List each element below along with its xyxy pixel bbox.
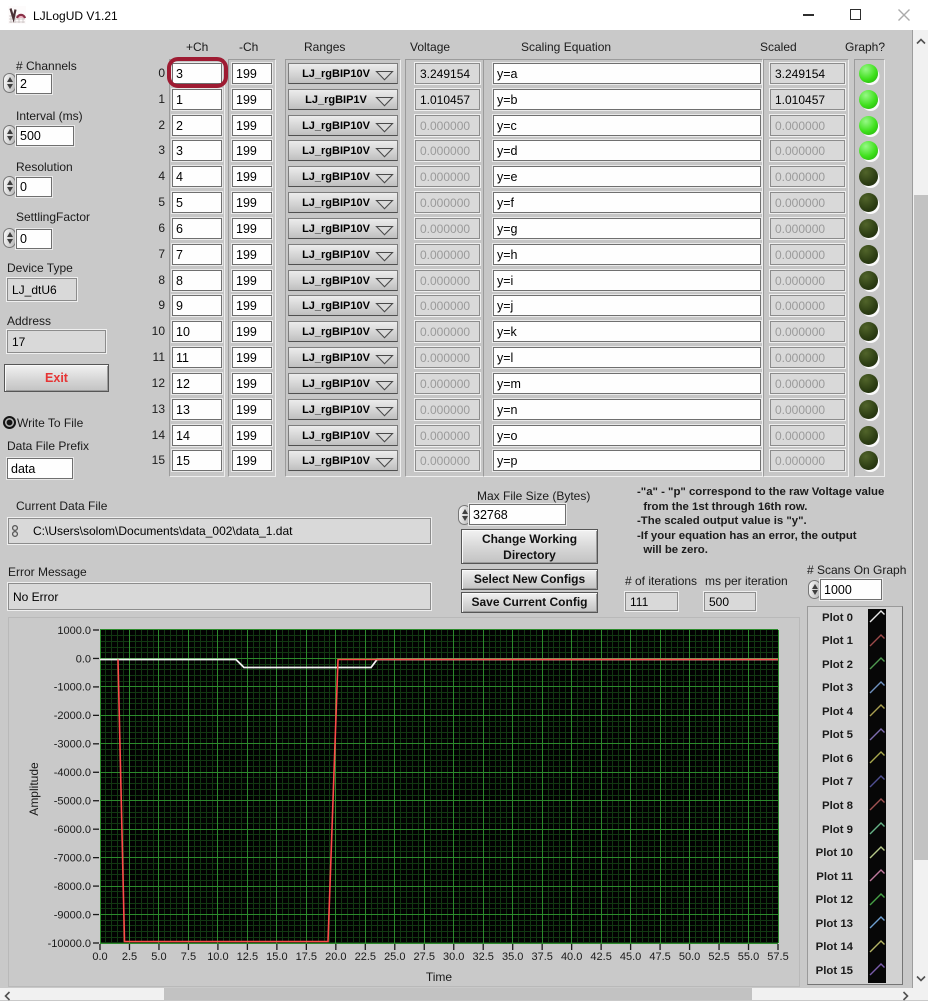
svg-text:42.5: 42.5: [590, 951, 611, 963]
svg-text:0.0: 0.0: [76, 653, 91, 665]
svg-text:52.5: 52.5: [708, 951, 729, 963]
svg-text:-2000.0: -2000.0: [54, 710, 91, 722]
svg-text:-10000.0: -10000.0: [48, 938, 91, 950]
svg-text:0.0: 0.0: [92, 951, 107, 963]
svg-text:Time: Time: [426, 970, 453, 984]
svg-text:-8000.0: -8000.0: [54, 881, 91, 893]
svg-text:1000.0: 1000.0: [57, 625, 91, 637]
svg-text:45.0: 45.0: [620, 951, 641, 963]
svg-text:10.0: 10.0: [207, 951, 228, 963]
svg-text:Amplitude: Amplitude: [27, 762, 41, 816]
svg-text:37.5: 37.5: [531, 951, 552, 963]
svg-text:-4000.0: -4000.0: [54, 767, 91, 779]
svg-text:20.0: 20.0: [325, 951, 346, 963]
svg-text:15.0: 15.0: [266, 951, 287, 963]
svg-text:40.0: 40.0: [561, 951, 582, 963]
svg-text:57.5: 57.5: [767, 951, 788, 963]
svg-text:25.0: 25.0: [384, 951, 405, 963]
svg-text:-3000.0: -3000.0: [54, 739, 91, 751]
svg-text:7.5: 7.5: [181, 951, 196, 963]
svg-text:-5000.0: -5000.0: [54, 796, 91, 808]
svg-text:30.0: 30.0: [443, 951, 464, 963]
svg-text:-9000.0: -9000.0: [54, 909, 91, 921]
svg-text:35.0: 35.0: [502, 951, 523, 963]
svg-text:-1000.0: -1000.0: [54, 682, 91, 694]
svg-text:-7000.0: -7000.0: [54, 852, 91, 864]
svg-text:50.0: 50.0: [679, 951, 700, 963]
svg-text:-6000.0: -6000.0: [54, 824, 91, 836]
svg-text:12.5: 12.5: [237, 951, 258, 963]
svg-text:32.5: 32.5: [473, 951, 494, 963]
svg-text:17.5: 17.5: [296, 951, 317, 963]
svg-text:2.5: 2.5: [122, 951, 137, 963]
svg-text:47.5: 47.5: [649, 951, 670, 963]
svg-text:55.0: 55.0: [738, 951, 759, 963]
svg-text:27.5: 27.5: [414, 951, 435, 963]
svg-text:22.5: 22.5: [355, 951, 376, 963]
svg-text:5.0: 5.0: [151, 951, 166, 963]
